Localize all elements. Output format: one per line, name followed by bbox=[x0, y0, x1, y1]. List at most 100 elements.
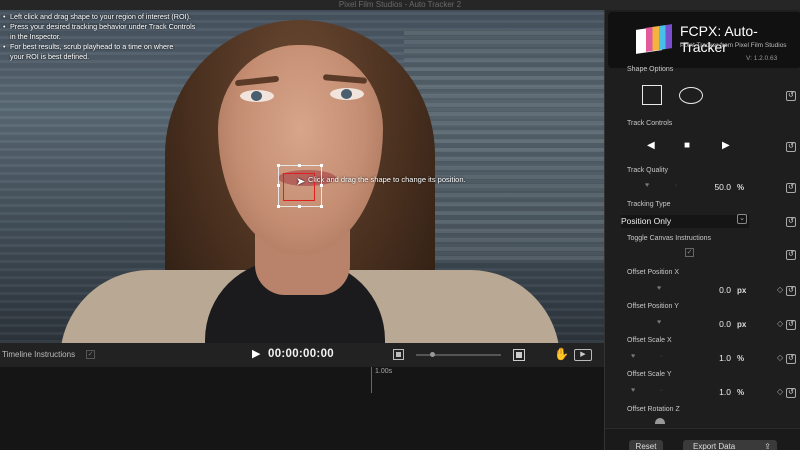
pointer-cursor-icon: ➤ bbox=[296, 176, 306, 188]
plugin-title: FCPX: Auto-Tracker bbox=[680, 23, 758, 55]
toggle-canvas-label: Toggle Canvas Instructions bbox=[627, 235, 712, 242]
play-icon[interactable]: ▶ bbox=[252, 348, 260, 360]
track-quality-slider[interactable]: ♥ · 50.0 bbox=[625, 182, 749, 194]
slider-thumb-icon[interactable]: ♥ bbox=[645, 182, 649, 189]
roi-hint: Click and drag the shape to change its p… bbox=[308, 175, 466, 184]
ruler-label: 1.00s bbox=[375, 368, 393, 375]
track-forward-icon[interactable]: ▶ bbox=[722, 141, 730, 151]
transport-bar: Timeline Instructions ✓ ▶ 00:00:00:00 ✋ … bbox=[0, 343, 604, 367]
offset-scale-y-unit: % bbox=[737, 388, 745, 397]
slider-track-icon: · bbox=[660, 387, 663, 394]
stop-icon[interactable]: ■ bbox=[684, 141, 690, 151]
instruction-line: your ROI is best defined. bbox=[10, 52, 90, 61]
reset-arrow-icon[interactable]: ↺ bbox=[786, 354, 796, 364]
export-data-button[interactable]: Export Data ⇪ bbox=[683, 440, 777, 450]
track-quality-value[interactable]: 50.0 bbox=[714, 182, 731, 192]
camera-icon[interactable]: ▶ bbox=[574, 349, 592, 361]
timeline-instructions-label: Timeline Instructions bbox=[2, 350, 76, 359]
square-shape-button[interactable] bbox=[642, 85, 662, 105]
slider-track-icon: · bbox=[675, 182, 678, 189]
playhead-marker[interactable] bbox=[371, 367, 372, 393]
toggle-canvas-checkbox[interactable]: ✓ bbox=[685, 248, 694, 257]
plugin-subtitle: Point Tracker from Pixel Film Studios bbox=[680, 42, 787, 49]
chevron-down-icon[interactable]: ⌄ bbox=[737, 214, 747, 224]
zoom-slider-thumb[interactable] bbox=[430, 352, 435, 357]
reset-arrow-icon[interactable]: ↺ bbox=[786, 320, 796, 330]
timeline[interactable]: 1.00s bbox=[0, 367, 604, 450]
plugin-version: V: 1.2.0.63 bbox=[746, 55, 778, 62]
zoom-slider[interactable] bbox=[416, 354, 501, 356]
keyframe-diamond-icon[interactable]: ◇ bbox=[777, 319, 783, 329]
roi-handle[interactable] bbox=[298, 164, 301, 167]
zoom-in-icon[interactable] bbox=[513, 349, 525, 361]
canvas-instructions: Left click and drag shape to your region… bbox=[3, 12, 223, 62]
export-data-label: Export Data bbox=[693, 442, 736, 450]
track-quality-label: Track Quality bbox=[627, 167, 668, 174]
roi-handle[interactable] bbox=[277, 164, 280, 167]
reset-arrow-icon[interactable]: ↺ bbox=[786, 183, 796, 193]
reset-button[interactable]: Reset bbox=[629, 440, 663, 450]
roi-handle[interactable] bbox=[277, 205, 280, 208]
reset-arrow-icon[interactable]: ↺ bbox=[786, 142, 796, 152]
offset-position-y-value[interactable]: 0.0 bbox=[719, 319, 731, 329]
offset-position-y-label: Offset Position Y bbox=[627, 303, 679, 310]
slider-thumb-icon[interactable]: ♥ bbox=[631, 387, 635, 394]
clapperboard-logo-icon bbox=[636, 24, 672, 54]
offset-rotation-z-label: Offset Rotation Z bbox=[627, 406, 680, 413]
tracking-type-label: Tracking Type bbox=[627, 201, 671, 208]
track-controls-label: Track Controls bbox=[627, 120, 673, 127]
rotation-dial-icon[interactable] bbox=[655, 418, 665, 424]
tracking-type-dropdown[interactable]: Position Only bbox=[621, 215, 749, 228]
slider-thumb-icon[interactable]: ♥ bbox=[631, 353, 635, 360]
keyframe-diamond-icon[interactable]: ◇ bbox=[777, 285, 783, 295]
timeline-instructions-checkbox[interactable]: ✓ bbox=[86, 350, 95, 359]
keyframe-diamond-icon[interactable]: ◇ bbox=[777, 387, 783, 397]
instruction-line: Press your desired tracking behavior und… bbox=[3, 22, 223, 32]
offset-scale-y-value[interactable]: 1.0 bbox=[719, 387, 731, 397]
canvas-viewer[interactable]: Left click and drag shape to your region… bbox=[0, 10, 604, 343]
roi-handle[interactable] bbox=[277, 184, 280, 187]
offset-scale-x-value[interactable]: 1.0 bbox=[719, 353, 731, 363]
window-title: Pixel Film Studios - Auto Tracker 2 bbox=[0, 0, 800, 10]
track-backward-icon[interactable]: ◀ bbox=[647, 141, 655, 151]
inspector-panel: FCPX: Auto-Tracker Point Tracker from Pi… bbox=[604, 10, 800, 450]
offset-scale-x-unit: % bbox=[737, 354, 745, 363]
instruction-line: For best results, scrub playhead to a ti… bbox=[3, 42, 223, 52]
roi-handle[interactable] bbox=[298, 205, 301, 208]
offset-position-x-label: Offset Position X bbox=[627, 269, 680, 276]
tracking-type-value[interactable]: Position Only bbox=[621, 216, 671, 226]
offset-scale-x-label: Offset Scale X bbox=[627, 337, 672, 344]
instruction-line: in the Inspector. bbox=[10, 32, 61, 41]
slider-thumb-icon[interactable]: ♥ bbox=[657, 319, 661, 326]
zoom-out-icon[interactable] bbox=[393, 349, 404, 360]
reset-arrow-icon[interactable]: ↺ bbox=[786, 388, 796, 398]
left-eye bbox=[240, 90, 274, 102]
instruction-line: Left click and drag shape to your region… bbox=[3, 12, 223, 22]
offset-position-y-slider[interactable]: ♥ 0.0 bbox=[625, 319, 749, 331]
offset-scale-y-label: Offset Scale Y bbox=[627, 371, 672, 378]
roi-handle[interactable] bbox=[320, 205, 323, 208]
slider-track-icon: · bbox=[660, 353, 663, 360]
share-icon: ⇪ bbox=[764, 442, 771, 450]
offset-position-y-unit: px bbox=[737, 320, 747, 329]
roi-handle[interactable] bbox=[320, 184, 323, 187]
offset-scale-y-slider[interactable]: ♥ · 1.0 bbox=[625, 387, 749, 399]
inspector-footer: Reset Export Data ⇪ bbox=[605, 428, 800, 450]
offset-position-x-unit: px bbox=[737, 286, 747, 295]
offset-position-x-slider[interactable]: ♥ 0.0 bbox=[625, 285, 749, 297]
reset-arrow-icon[interactable]: ↺ bbox=[786, 91, 796, 101]
right-eye bbox=[330, 88, 364, 100]
keyframe-diamond-icon[interactable]: ◇ bbox=[777, 353, 783, 363]
hand-tool-icon[interactable]: ✋ bbox=[554, 347, 569, 361]
reset-arrow-icon[interactable]: ↺ bbox=[786, 217, 796, 227]
slider-thumb-icon[interactable]: ♥ bbox=[657, 285, 661, 292]
offset-position-x-value[interactable]: 0.0 bbox=[719, 285, 731, 295]
roi-handle[interactable] bbox=[320, 164, 323, 167]
track-quality-unit: % bbox=[737, 183, 745, 192]
timecode: 00:00:00:00 bbox=[268, 348, 334, 360]
offset-scale-x-slider[interactable]: ♥ · 1.0 bbox=[625, 353, 749, 365]
reset-arrow-icon[interactable]: ↺ bbox=[786, 286, 796, 296]
plugin-header: FCPX: Auto-Tracker Point Tracker from Pi… bbox=[608, 12, 800, 68]
oval-shape-button[interactable] bbox=[679, 87, 703, 104]
reset-arrow-icon[interactable]: ↺ bbox=[786, 250, 796, 260]
